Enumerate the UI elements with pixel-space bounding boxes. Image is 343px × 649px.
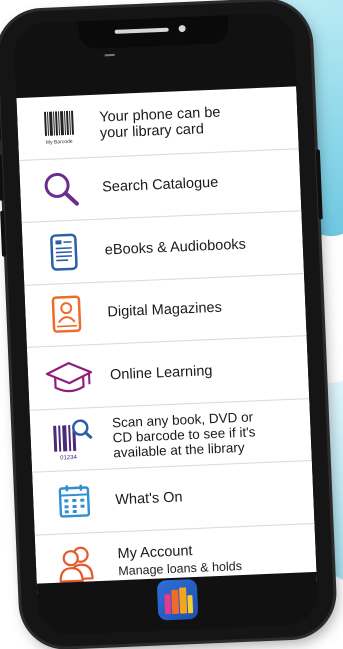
phone-side-button <box>0 110 2 141</box>
phone-body: My Barcode Your phone can be your librar… <box>0 0 336 649</box>
phone-screen: My Barcode Your phone can be your librar… <box>13 12 319 636</box>
barcode-card-caption: My Barcode <box>46 138 73 145</box>
menu-item-label: Your phone can be your library card <box>98 104 221 142</box>
status-indicator <box>104 53 115 57</box>
menu-item-digital-magazines[interactable]: Digital Magazines <box>24 273 307 348</box>
menu-item-label: eBooks & Audiobooks <box>104 236 247 259</box>
menu-item-label: My Account <box>117 543 193 563</box>
menu-item-label: Online Learning <box>109 362 213 384</box>
barcode-card-icon: My Barcode <box>17 105 101 148</box>
graduation-cap-icon <box>27 355 111 398</box>
menu-item-ebooks[interactable]: eBooks & Audiobooks <box>21 211 305 286</box>
menu-item-label: What's On <box>114 489 183 508</box>
menu-item-label-group: My Account Manage loans & holds <box>117 541 242 578</box>
magnifier-icon <box>19 167 103 212</box>
main-menu: My Barcode Your phone can be your librar… <box>16 86 317 594</box>
menu-item-label: Digital Magazines <box>107 299 223 321</box>
magazine-tablet-icon <box>25 293 109 336</box>
calendar-icon <box>33 480 117 523</box>
phone-side-button <box>0 210 7 257</box>
menu-item-library-card[interactable]: My Barcode Your phone can be your librar… <box>16 86 299 161</box>
front-camera <box>178 24 186 33</box>
library-app-icon[interactable] <box>156 578 199 621</box>
menu-item-search-catalogue[interactable]: Search Catalogue <box>19 148 302 223</box>
dock <box>36 571 319 636</box>
phone-mockup: My Barcode Your phone can be your librar… <box>0 0 343 649</box>
phone-side-button <box>315 149 323 220</box>
ebook-reader-icon <box>22 230 106 273</box>
speaker-grille <box>114 27 169 34</box>
menu-item-label: Search Catalogue <box>101 174 219 196</box>
menu-item-whats-on[interactable]: What's On <box>32 461 315 536</box>
menu-item-label: Scan any book, DVD or CD barcode to see … <box>111 409 256 461</box>
barcode-scan-icon: 01234 <box>30 416 114 463</box>
menu-item-scan-barcode[interactable]: 01234 Scan any book, DVD or CD barcode t… <box>29 398 312 473</box>
barcode-digits: 01234 <box>60 455 78 462</box>
menu-item-online-learning[interactable]: Online Learning <box>26 336 310 411</box>
phone-side-button <box>0 154 4 201</box>
